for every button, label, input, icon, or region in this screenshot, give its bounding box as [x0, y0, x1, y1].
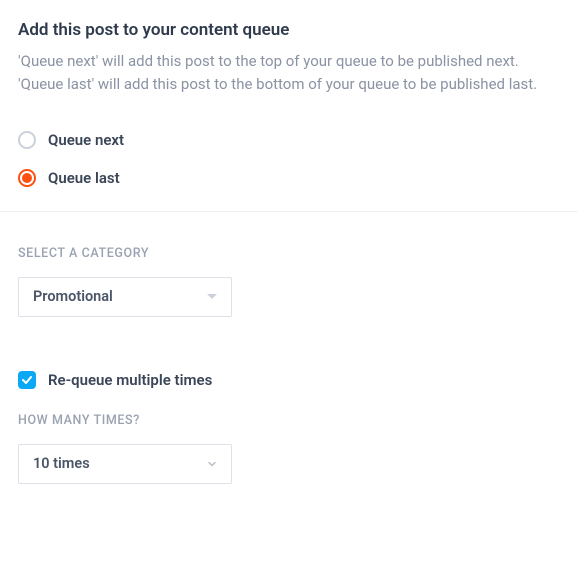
chevron-down-icon	[207, 459, 217, 469]
caret-down-icon	[207, 294, 217, 299]
requeue-checkbox-label: Re-queue multiple times	[48, 371, 212, 389]
radio-icon	[18, 169, 36, 187]
times-select[interactable]: 10 times	[18, 444, 232, 484]
category-label: SELECT A CATEGORY	[18, 246, 560, 261]
requeue-checkbox[interactable]: Re-queue multiple times	[18, 371, 560, 389]
category-selected-value: Promotional	[33, 288, 113, 305]
radio-icon	[18, 131, 36, 149]
radio-label-next: Queue next	[48, 131, 124, 149]
page-description: 'Queue next' will add this post to the t…	[18, 50, 560, 97]
queue-radio-group: Queue next Queue last	[18, 131, 560, 187]
checkbox-checked-icon	[18, 371, 36, 389]
category-select[interactable]: Promotional	[18, 277, 232, 317]
radio-queue-next[interactable]: Queue next	[18, 131, 560, 149]
page-title: Add this post to your content queue	[18, 20, 560, 40]
times-selected-value: 10 times	[33, 455, 90, 472]
radio-queue-last[interactable]: Queue last	[18, 169, 560, 187]
radio-label-last: Queue last	[48, 169, 120, 187]
times-label: HOW MANY TIMES?	[18, 413, 560, 428]
